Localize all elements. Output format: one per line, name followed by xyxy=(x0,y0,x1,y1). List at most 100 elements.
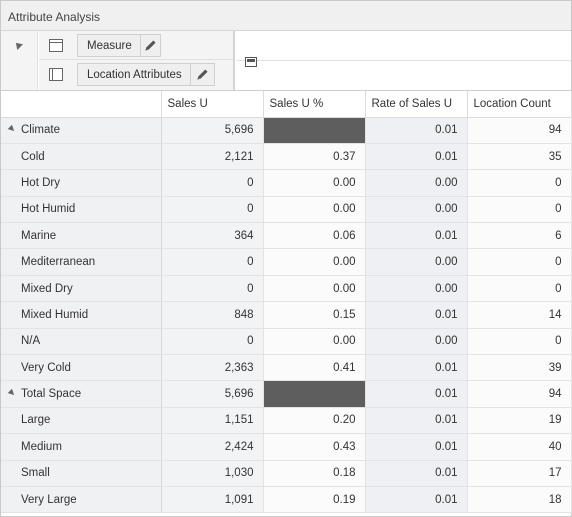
table-cell[interactable]: 35 xyxy=(467,143,572,171)
table-cell[interactable]: 0 xyxy=(467,169,572,197)
row-header[interactable]: Cold xyxy=(1,143,162,171)
table-row[interactable]: Marine 364 0.06 0.01 6 xyxy=(1,222,572,250)
table-cell[interactable]: 0 xyxy=(161,169,264,197)
pencil-icon[interactable] xyxy=(189,64,214,85)
measure-tile[interactable]: Measure xyxy=(77,34,161,57)
table-cell[interactable] xyxy=(263,117,366,144)
table-cell[interactable]: 0.41 xyxy=(263,354,366,382)
table-cell[interactable]: 0.01 xyxy=(365,354,468,382)
table-row[interactable]: Small 1,030 0.18 0.01 17 xyxy=(1,460,572,487)
table-row[interactable]: Mixed Humid 848 0.15 0.01 14 xyxy=(1,301,572,329)
row-header[interactable]: Mixed Dry xyxy=(1,275,162,303)
table-cell[interactable] xyxy=(263,380,366,408)
table-cell[interactable]: 18 xyxy=(467,486,572,514)
table-row[interactable]: Climate 5,696 0.01 94 xyxy=(1,117,572,144)
column-header-sales-u-pct[interactable]: Sales U % xyxy=(263,91,366,118)
table-cell[interactable]: 0.01 xyxy=(365,143,468,171)
table-row[interactable]: Very Large 1,091 0.19 0.01 18 xyxy=(1,486,572,514)
table-row[interactable]: Cold 2,121 0.37 0.01 35 xyxy=(1,143,572,171)
location-attributes-tile[interactable]: Location Attributes xyxy=(77,63,215,86)
table-cell[interactable]: 2,121 xyxy=(161,143,264,171)
table-cell[interactable]: 6 xyxy=(467,222,572,250)
row-header[interactable]: Mediterranean xyxy=(1,248,162,276)
table-cell[interactable]: 0.18 xyxy=(263,460,366,487)
table-cell[interactable]: 14 xyxy=(467,301,572,329)
table-cell[interactable]: 0.00 xyxy=(263,275,366,303)
table-row[interactable]: Hot Dry 0 0.00 0.00 0 xyxy=(1,169,572,197)
table-cell[interactable]: 0.00 xyxy=(263,248,366,276)
table-cell[interactable]: 0 xyxy=(467,248,572,276)
table-cell[interactable]: 0.43 xyxy=(263,433,366,461)
table-cell[interactable]: 1,030 xyxy=(161,460,264,487)
row-header[interactable]: Small xyxy=(1,460,162,487)
table-row[interactable]: Mediterranean 0 0.00 0.00 0 xyxy=(1,248,572,276)
table-row[interactable]: Mixed Dry 0 0.00 0.00 0 xyxy=(1,275,572,303)
table-cell[interactable]: 0 xyxy=(161,328,264,356)
table-cell[interactable]: 5,696 xyxy=(161,117,264,144)
table-cell[interactable]: 1,151 xyxy=(161,407,264,435)
table-row[interactable]: Total Space 5,696 0.01 94 xyxy=(1,380,572,408)
table-cell[interactable]: 0.01 xyxy=(365,460,468,487)
table-cell[interactable]: 0.00 xyxy=(365,328,468,356)
pencil-icon[interactable] xyxy=(139,35,160,56)
table-cell[interactable]: 94 xyxy=(467,380,572,408)
table-cell[interactable]: 0.00 xyxy=(365,248,468,276)
table-cell[interactable]: 0.06 xyxy=(263,222,366,250)
table-cell[interactable]: 0.00 xyxy=(365,275,468,303)
table-row[interactable]: Large 1,151 0.20 0.01 19 xyxy=(1,407,572,435)
table-row[interactable]: Medium 2,424 0.43 0.01 40 xyxy=(1,433,572,461)
table-cell[interactable]: 94 xyxy=(467,117,572,144)
table-cell[interactable]: 0.01 xyxy=(365,301,468,329)
table-cell[interactable]: 0 xyxy=(161,275,264,303)
table-cell[interactable]: 19 xyxy=(467,407,572,435)
table-cell[interactable]: 40 xyxy=(467,433,572,461)
table-cell[interactable]: 0.00 xyxy=(365,169,468,197)
table-cell[interactable]: 5,696 xyxy=(161,380,264,408)
table-cell[interactable]: 364 xyxy=(161,222,264,250)
row-header[interactable]: Very Large xyxy=(1,486,162,514)
column-header-location-count[interactable]: Location Count xyxy=(467,91,572,118)
table-cell[interactable]: 0 xyxy=(161,248,264,276)
table-cell[interactable]: 2,363 xyxy=(161,354,264,382)
table-cell[interactable]: 1,091 xyxy=(161,486,264,514)
table-cell[interactable]: 0.19 xyxy=(263,486,366,514)
row-header[interactable]: Marine xyxy=(1,222,162,250)
table-cell[interactable]: 0.01 xyxy=(365,117,468,144)
table-cell[interactable]: 0.01 xyxy=(365,380,468,408)
column-header-sales-u[interactable]: Sales U xyxy=(161,91,264,118)
table-cell[interactable]: 0.00 xyxy=(263,328,366,356)
collapse-caret-icon[interactable] xyxy=(7,388,17,398)
table-cell[interactable]: 0.01 xyxy=(365,222,468,250)
column-layout-icon[interactable] xyxy=(49,68,63,81)
row-header[interactable]: Hot Humid xyxy=(1,196,162,224)
row-header[interactable]: Very Cold xyxy=(1,354,162,382)
table-cell[interactable]: 0.00 xyxy=(365,196,468,224)
table-cell[interactable]: 0 xyxy=(161,196,264,224)
table-cell[interactable]: 0.00 xyxy=(263,169,366,197)
row-header[interactable]: Hot Dry xyxy=(1,169,162,197)
table-row[interactable]: Hot Humid 0 0.00 0.00 0 xyxy=(1,196,572,224)
table-cell[interactable]: 0.01 xyxy=(365,433,468,461)
collapse-caret-icon[interactable] xyxy=(7,124,17,134)
page-edge-icon[interactable] xyxy=(245,57,257,67)
table-cell[interactable]: 0.01 xyxy=(365,486,468,514)
table-cell[interactable]: 0.37 xyxy=(263,143,366,171)
pivot-corner[interactable] xyxy=(1,31,38,90)
table-cell[interactable]: 39 xyxy=(467,354,572,382)
row-header[interactable]: Medium xyxy=(1,433,162,461)
row-header[interactable]: Mixed Humid xyxy=(1,301,162,329)
table-cell[interactable]: 0 xyxy=(467,275,572,303)
table-cell[interactable]: 0 xyxy=(467,196,572,224)
collapse-triangle-icon[interactable] xyxy=(13,40,23,50)
row-layout-icon[interactable] xyxy=(49,39,63,52)
table-cell[interactable]: 0.00 xyxy=(263,196,366,224)
table-cell[interactable]: 0.01 xyxy=(365,407,468,435)
table-cell[interactable]: 0.20 xyxy=(263,407,366,435)
table-row[interactable]: Very Cold 2,363 0.41 0.01 39 xyxy=(1,354,572,382)
table-cell[interactable]: 0 xyxy=(467,328,572,356)
group-row-header[interactable]: Total Space xyxy=(1,380,162,408)
table-cell[interactable]: 2,424 xyxy=(161,433,264,461)
table-cell[interactable]: 17 xyxy=(467,460,572,487)
group-row-header[interactable]: Climate xyxy=(1,117,162,144)
table-cell[interactable]: 0.15 xyxy=(263,301,366,329)
